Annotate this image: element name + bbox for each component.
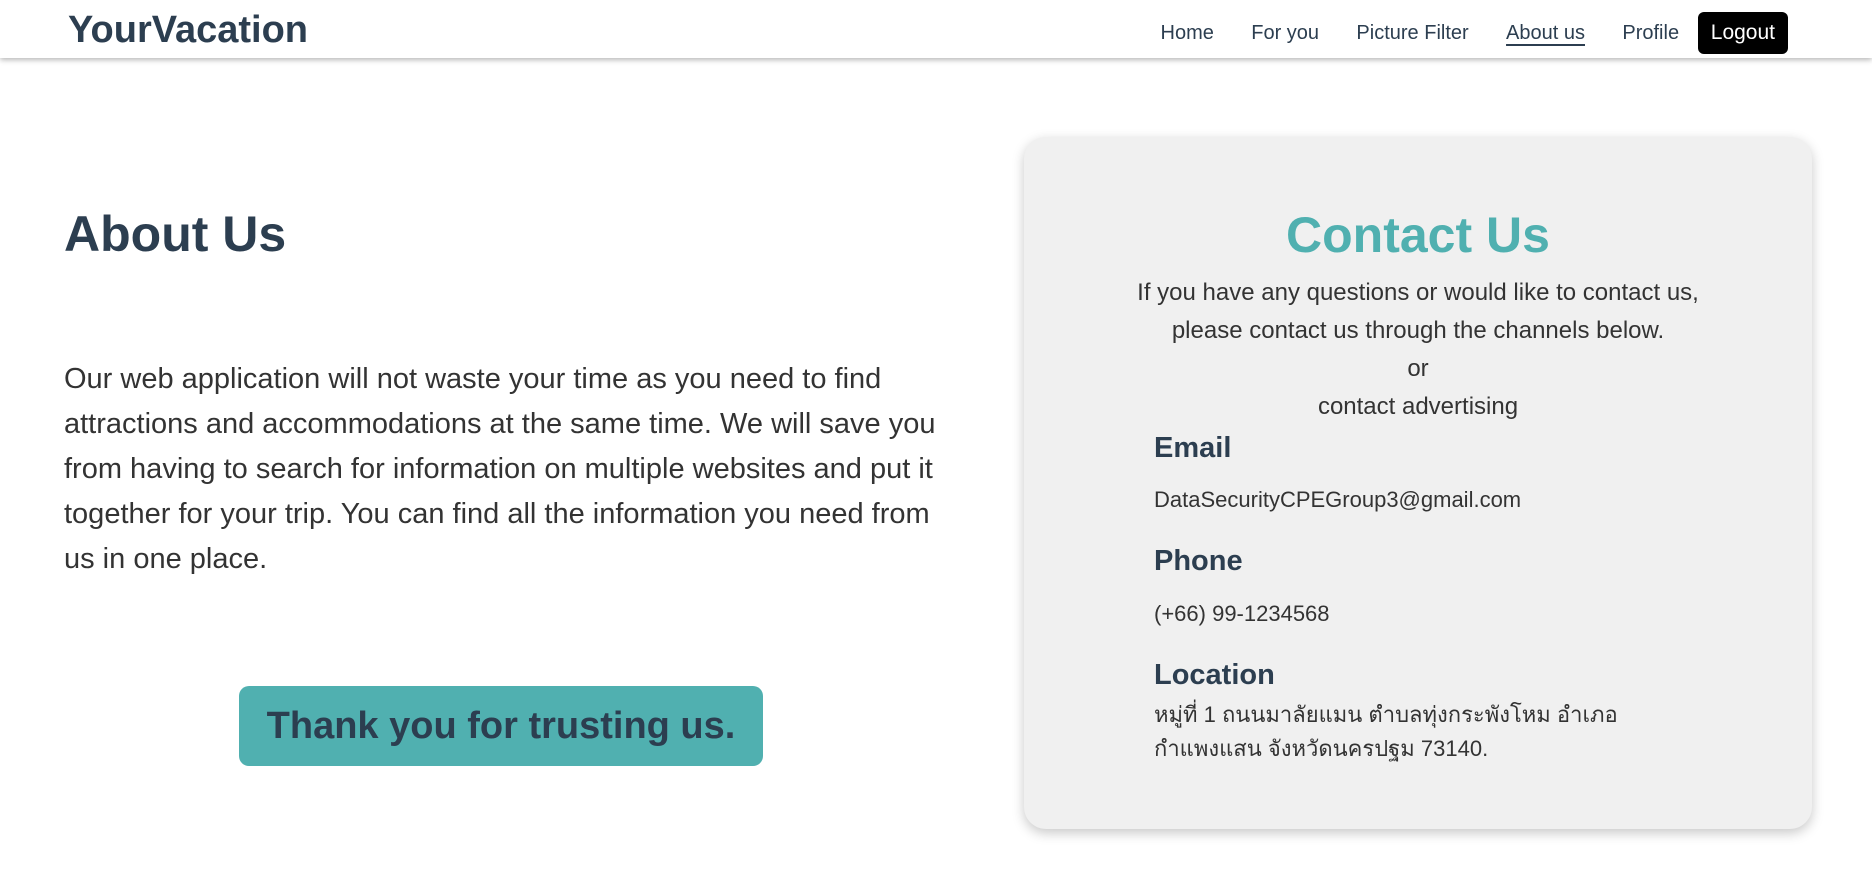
location-line2: กำแพงแสน จังหวัดนครปฐม 73140. [1154, 736, 1489, 761]
logout-button[interactable]: Logout [1697, 12, 1788, 54]
nav-for-you[interactable]: For you [1233, 12, 1338, 54]
about-title: About Us [64, 206, 287, 262]
navbar: YourVacation Home For you Picture Filter… [0, 0, 1872, 58]
contact-intro-line1: If you have any questions or would like … [1137, 279, 1699, 306]
about-description: Our web application will not waste your … [64, 363, 936, 575]
email-value[interactable]: DataSecurityCPEGroup3@gmail.com [1154, 483, 1521, 517]
thanks-button[interactable]: Thank you for trusting us. [239, 686, 763, 766]
nav-profile[interactable]: Profile [1604, 12, 1698, 54]
phone-value[interactable]: (+66) 99-1234568 [1154, 597, 1330, 631]
nav-links: Home For you Picture Filter About us Pro… [1142, 12, 1788, 54]
contact-intro: If you have any questions or would like … [1024, 274, 1812, 426]
contact-title: Contact Us [1286, 207, 1550, 263]
brand-logo[interactable]: YourVacation [68, 8, 308, 52]
email-label: Email [1154, 432, 1232, 464]
contact-intro-line2: please contact us through the channels b… [1171, 317, 1665, 344]
location-value: หมู่ที่ 1 ถนนมาลัยแมน ตำบลทุ่งกระพังโหม … [1154, 698, 1618, 766]
phone-label: Phone [1154, 545, 1243, 577]
contact-intro-or: or [1407, 355, 1429, 382]
nav-picture-filter[interactable]: Picture Filter [1338, 12, 1488, 54]
location-line1: หมู่ที่ 1 ถนนมาลัยแมน ตำบลทุ่งกระพังโหม … [1154, 702, 1618, 727]
contact-card: Contact Us If you have any questions or … [1024, 137, 1812, 829]
nav-about-us[interactable]: About us [1487, 12, 1603, 54]
nav-home[interactable]: Home [1142, 12, 1233, 54]
contact-intro-line3: contact advertising [1317, 393, 1519, 420]
location-label: Location [1154, 659, 1275, 691]
